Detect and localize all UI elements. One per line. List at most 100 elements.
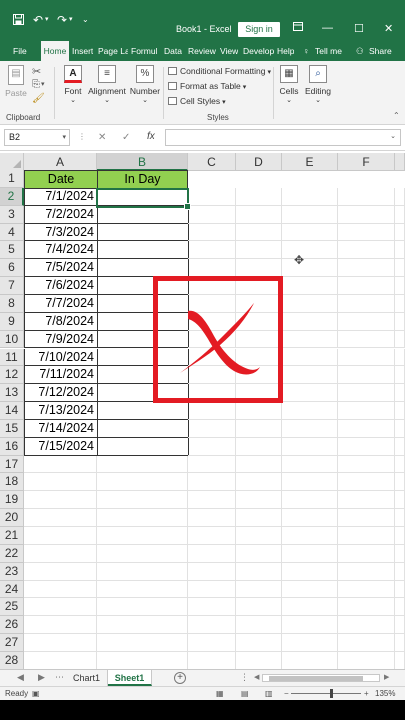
cell[interactable] [236,580,282,599]
cell[interactable] [282,491,338,510]
cell[interactable] [338,366,395,385]
row-header-23[interactable]: 23 [0,562,24,581]
ribbon-display-icon[interactable] [293,22,303,33]
select-all-corner[interactable] [0,153,24,171]
cell[interactable] [395,419,405,438]
cell[interactable] [24,544,97,563]
cell[interactable] [188,205,236,224]
column-header-f[interactable]: F [338,153,395,171]
cell[interactable] [24,491,97,510]
date-cell[interactable]: 7/10/2024 [24,348,98,367]
formula-input[interactable]: ⌄ [165,129,401,146]
cell[interactable] [282,241,338,260]
cell[interactable] [97,259,189,278]
cell[interactable] [282,616,338,635]
cell[interactable] [338,562,395,581]
cell[interactable] [97,598,188,617]
cell[interactable] [282,259,338,278]
cell[interactable] [282,223,338,242]
cell[interactable] [338,294,395,313]
zoom-slider[interactable] [291,689,361,698]
date-cell[interactable]: 7/9/2024 [24,330,98,349]
cell[interactable] [97,473,188,492]
date-cell[interactable]: 7/15/2024 [24,437,98,456]
cell[interactable] [97,187,189,206]
cell[interactable] [338,455,395,474]
cell[interactable] [338,419,395,438]
cell[interactable] [282,580,338,599]
tab-developer[interactable]: Develop [243,41,274,61]
date-cell[interactable]: 7/4/2024 [24,241,98,260]
cell[interactable] [338,277,395,295]
number-button[interactable]: % Number ⌄ [129,65,161,104]
chevron-down-icon[interactable]: ▾ [62,130,66,145]
cell[interactable] [97,544,188,563]
cell[interactable] [24,509,97,527]
page-break-view-icon[interactable]: ▥ [265,689,273,698]
tab-home[interactable]: Home [41,41,69,61]
save-icon[interactable] [13,14,24,27]
cell[interactable] [395,509,405,527]
column-header-d[interactable]: D [236,153,282,171]
cell[interactable] [338,616,395,635]
cell[interactable] [395,330,405,349]
cell[interactable] [236,634,282,652]
cell[interactable] [97,562,188,581]
cell[interactable] [338,598,395,617]
tab-data[interactable]: Data [164,41,182,61]
column-header-b[interactable]: B [97,153,188,171]
cell[interactable] [395,544,405,563]
cell[interactable] [236,598,282,617]
zoom-in-icon[interactable]: + [364,689,369,698]
cell[interactable] [97,580,188,599]
cell[interactable] [282,312,338,331]
cell[interactable] [395,651,405,669]
cell[interactable] [338,223,395,242]
row-header-10[interactable]: 10 [0,330,24,349]
row-header-21[interactable]: 21 [0,527,24,545]
cell[interactable] [236,259,282,278]
column-header-e[interactable]: E [282,153,338,171]
cell[interactable] [338,437,395,456]
cell[interactable] [236,616,282,635]
scroll-left-icon[interactable]: ◀ [254,673,259,681]
cell[interactable] [395,348,405,367]
cell[interactable] [282,651,338,669]
conditional-formatting-button[interactable]: Conditional Formatting ▾ [168,66,271,76]
header-cell-in-day[interactable]: In Day [97,170,188,189]
row-header-4[interactable]: 4 [0,223,24,242]
scroll-right-icon[interactable]: ▶ [384,673,389,681]
row-header-8[interactable]: 8 [0,294,24,313]
row-header-9[interactable]: 9 [0,312,24,331]
editing-button[interactable]: ⌕ Editing ⌄ [304,65,332,104]
cell[interactable] [282,277,338,295]
cell[interactable] [395,241,405,260]
cell[interactable] [282,598,338,617]
cell[interactable] [282,527,338,545]
row-header-28[interactable]: 28 [0,651,24,669]
tab-review[interactable]: Review [188,41,216,61]
cell[interactable] [97,402,189,420]
cell[interactable] [97,455,188,474]
cell[interactable] [338,634,395,652]
cell[interactable] [395,223,405,242]
cell[interactable] [24,580,97,599]
cell[interactable] [97,651,188,669]
column-header-a[interactable]: A [24,153,97,171]
horizontal-scrollbar[interactable] [262,674,380,682]
add-sheet-icon[interactable]: + [174,672,186,684]
cell[interactable] [282,402,338,420]
cell[interactable] [236,491,282,510]
date-cell[interactable]: 7/14/2024 [24,419,98,438]
cell[interactable] [24,651,97,669]
tab-formulas[interactable]: Formul [131,41,161,61]
date-cell[interactable]: 7/3/2024 [24,223,98,242]
cell[interactable] [24,455,97,474]
row-header-11[interactable]: 11 [0,348,24,367]
cell[interactable] [395,402,405,420]
cell[interactable] [97,509,188,527]
cell[interactable] [338,473,395,492]
cell[interactable] [188,598,236,617]
cell[interactable] [282,294,338,313]
cell[interactable] [188,259,236,278]
